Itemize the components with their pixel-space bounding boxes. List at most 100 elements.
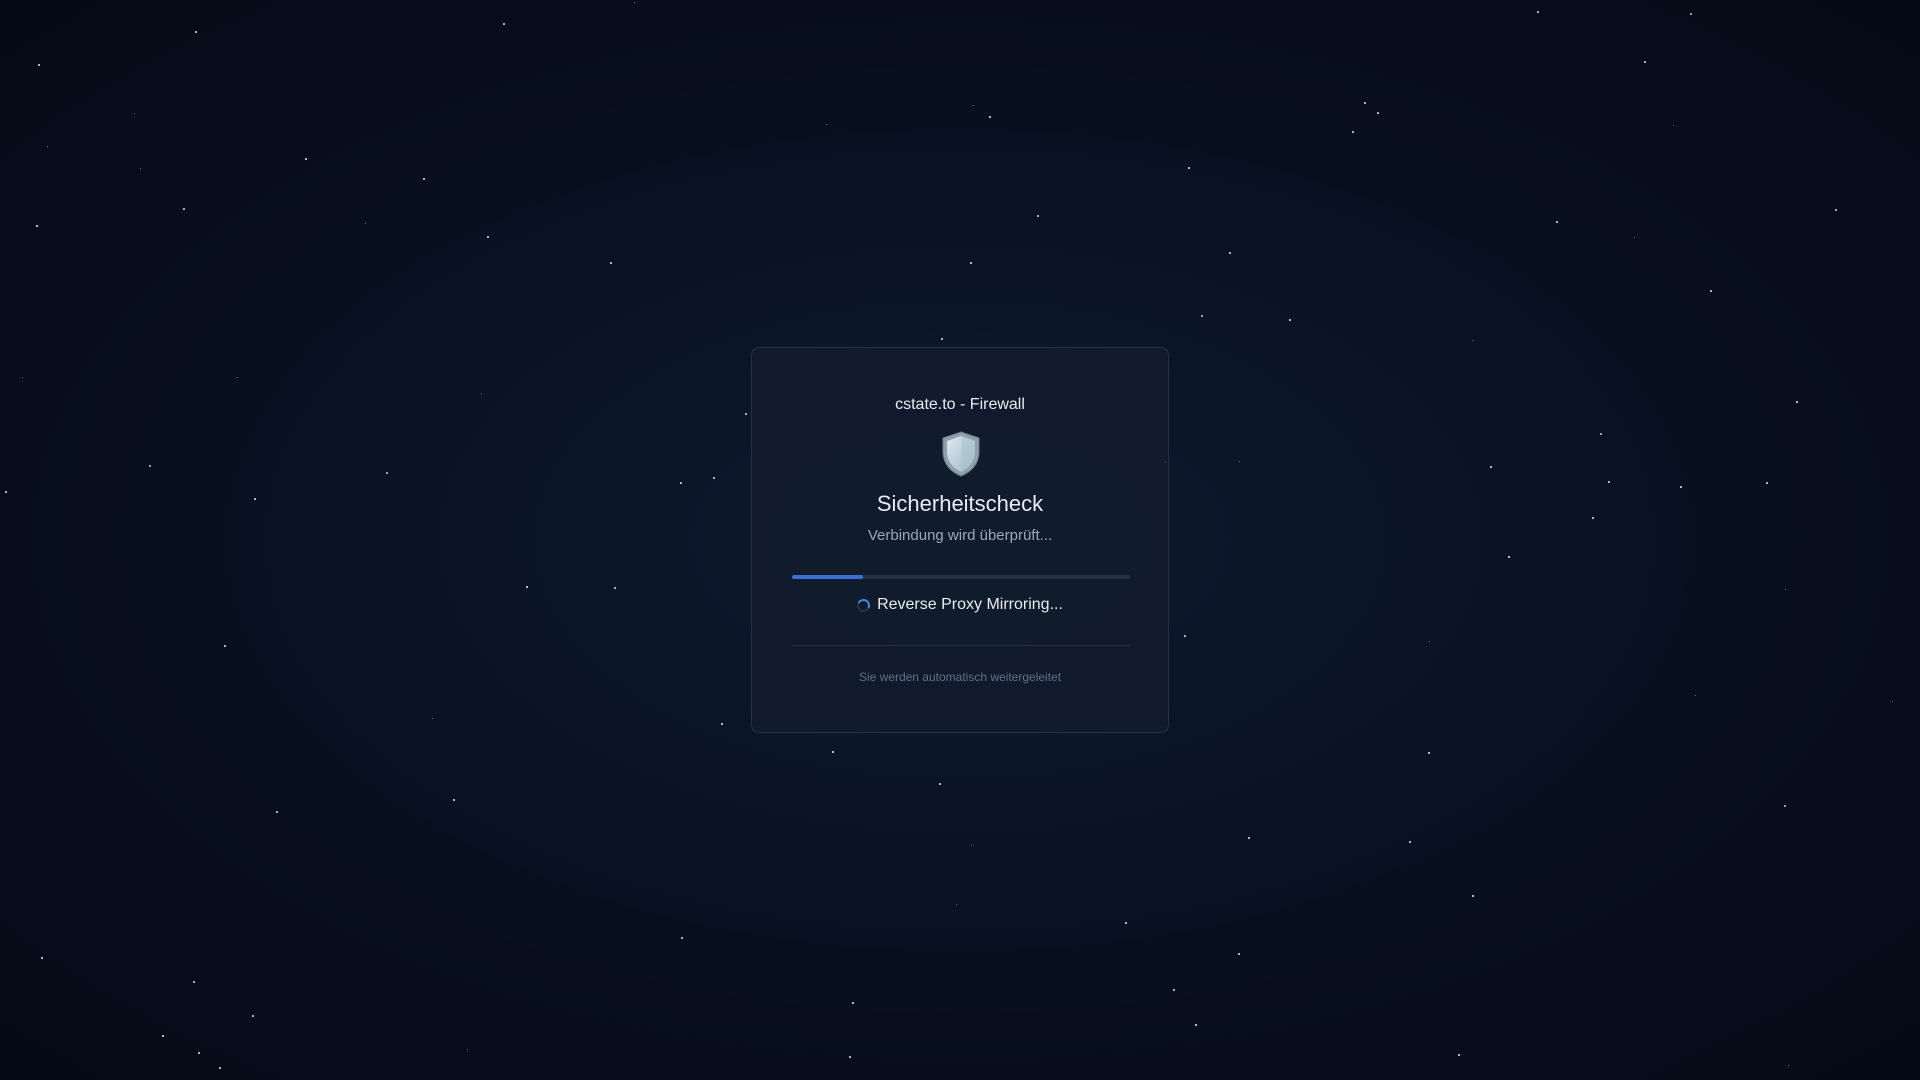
star: [720, 722, 724, 726]
star: [681, 937, 683, 939]
star: [254, 498, 256, 500]
star: [304, 157, 308, 161]
star: [1787, 1064, 1789, 1066]
star: [1188, 167, 1190, 169]
star: [423, 178, 425, 180]
shield-icon: [942, 431, 980, 477]
divider: [792, 645, 1130, 646]
page-subtitle: Verbindung wird überprüft...: [867, 527, 1053, 544]
spinner-icon: [855, 596, 872, 614]
star: [970, 262, 972, 264]
star: [680, 482, 682, 484]
star: [46, 145, 48, 147]
star: [1633, 236, 1635, 238]
star: [939, 783, 941, 785]
progress-fill: [792, 575, 863, 579]
star: [614, 587, 616, 589]
star: [825, 123, 827, 125]
star: [1710, 290, 1712, 292]
star: [988, 115, 992, 119]
star: [224, 645, 226, 647]
star: [1784, 588, 1786, 590]
star: [1592, 517, 1594, 519]
star: [386, 472, 388, 474]
star: [1766, 482, 1768, 484]
star: [1238, 460, 1240, 462]
star: [195, 31, 197, 33]
star: [21, 376, 23, 378]
star: [941, 338, 943, 340]
star: [1173, 989, 1175, 991]
star: [219, 1067, 221, 1069]
star: [364, 222, 366, 224]
star: [1201, 315, 1203, 317]
star: [35, 224, 39, 228]
star: [1427, 751, 1431, 755]
star: [1672, 124, 1674, 126]
star: [955, 903, 957, 905]
star: [972, 104, 974, 106]
star: [1608, 481, 1610, 483]
star: [633, 1, 635, 3]
star: [139, 167, 141, 169]
star: [183, 208, 185, 210]
star: [970, 844, 972, 846]
star: [1037, 215, 1039, 217]
star: [1694, 694, 1696, 696]
star: [1409, 841, 1411, 843]
star: [1490, 466, 1492, 468]
star: [1600, 433, 1602, 435]
star: [852, 1002, 854, 1004]
star: [480, 392, 482, 394]
star: [133, 112, 135, 114]
site-title: cstate.to - Firewall: [895, 396, 1025, 413]
progress-bar: [792, 575, 1130, 579]
star: [610, 262, 612, 264]
star: [1507, 555, 1511, 559]
star: [466, 1048, 468, 1050]
star: [1428, 640, 1430, 642]
star: [503, 23, 505, 25]
star: [1377, 112, 1379, 114]
firewall-card: cstate.to - Firewall Sicherheitscheck Ve…: [751, 347, 1169, 733]
star: [831, 750, 835, 754]
star: [849, 1056, 851, 1058]
star: [1289, 319, 1291, 321]
star: [1690, 13, 1692, 15]
star: [1238, 953, 1240, 955]
star: [276, 811, 278, 813]
star: [1891, 700, 1893, 702]
star: [1835, 209, 1837, 211]
star: [1229, 252, 1231, 254]
redirect-note: Sie werden automatisch weitergeleitet: [858, 670, 1062, 684]
star: [431, 717, 433, 719]
star: [1644, 61, 1646, 63]
star: [1680, 486, 1682, 488]
star: [198, 1052, 200, 1054]
star: [1184, 635, 1186, 637]
star: [1784, 805, 1786, 807]
star: [487, 236, 489, 238]
status-text: Reverse Proxy Mirroring...: [877, 596, 1063, 613]
star: [745, 413, 747, 415]
star: [1248, 837, 1250, 839]
star: [1795, 400, 1799, 404]
star: [1457, 1053, 1461, 1057]
star: [1471, 339, 1473, 341]
star: [161, 1034, 165, 1038]
star: [713, 477, 715, 479]
star: [452, 798, 456, 802]
star: [1352, 131, 1354, 133]
page-heading: Sicherheitscheck: [876, 491, 1044, 516]
status-row: Reverse Proxy Mirroring...: [752, 594, 1168, 616]
star: [193, 981, 195, 983]
star: [1471, 894, 1475, 898]
star: [1556, 221, 1558, 223]
star: [40, 956, 44, 960]
star: [252, 1015, 254, 1017]
star: [5, 491, 7, 493]
star: [149, 465, 151, 467]
star: [1125, 922, 1127, 924]
star: [1537, 11, 1539, 13]
star: [37, 63, 41, 67]
